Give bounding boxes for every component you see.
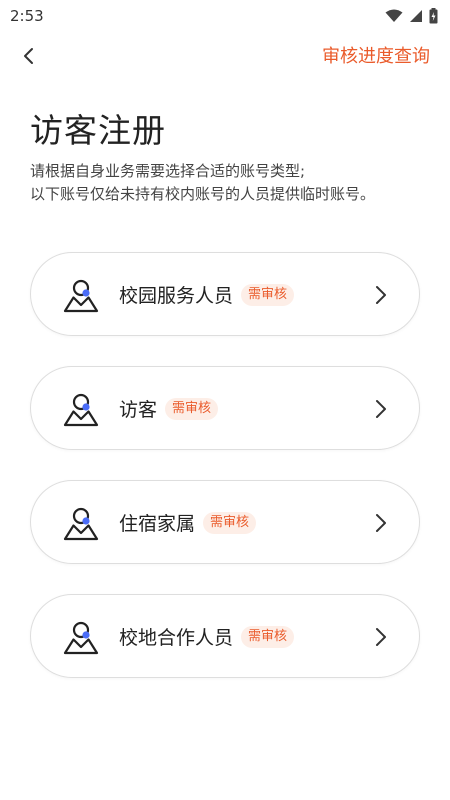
person-icon: [63, 279, 99, 313]
battery-icon: [429, 8, 438, 24]
account-card-label: 住宿家属 需审核: [119, 509, 257, 536]
chevron-right-icon: [376, 286, 386, 304]
review-required-badge: 需审核: [241, 625, 295, 648]
chevron-right-icon: [376, 628, 386, 646]
review-progress-link[interactable]: 审核进度查询: [322, 42, 430, 68]
account-card-label: 校园服务人员 需审核: [119, 281, 295, 308]
account-card-label: 校地合作人员 需审核: [119, 623, 295, 650]
status-icons: [385, 8, 438, 24]
account-type-list: 校园服务人员 需审核 访客 需审核 住宿家属 需审核 校地合作人员 需审核: [30, 252, 420, 708]
account-card-visitor[interactable]: 访客 需审核: [30, 366, 420, 450]
person-icon: [63, 393, 99, 427]
account-card-campus-service[interactable]: 校园服务人员 需审核: [30, 252, 420, 336]
status-bar: 2:53: [0, 0, 450, 32]
account-type-name: 访客: [119, 399, 158, 421]
person-icon: [63, 621, 99, 655]
account-type-name: 校园服务人员: [119, 285, 234, 307]
nav-bar: 审核进度查询: [0, 36, 450, 76]
chevron-right-icon: [376, 400, 386, 418]
page-description: 请根据自身业务需要选择合适的账号类型; 以下账号仅给未持有校内账号的人员提供临时…: [30, 160, 375, 206]
review-required-badge: 需审核: [165, 397, 219, 420]
review-required-badge: 需审核: [203, 511, 257, 534]
back-arrow-icon: [24, 48, 33, 64]
back-button[interactable]: [14, 40, 42, 72]
person-icon: [63, 507, 99, 541]
account-type-name: 校地合作人员: [119, 627, 234, 649]
status-time: 2:53: [10, 7, 44, 25]
wifi-icon: [385, 9, 403, 22]
page-title: 访客注册: [30, 111, 166, 150]
account-card-resident-family[interactable]: 住宿家属 需审核: [30, 480, 420, 564]
description-line-2: 以下账号仅给未持有校内账号的人员提供临时账号。: [30, 185, 376, 203]
chevron-right-icon: [376, 514, 386, 532]
signal-icon: [410, 10, 422, 22]
account-card-label: 访客 需审核: [119, 395, 219, 422]
account-card-local-cooperation[interactable]: 校地合作人员 需审核: [30, 594, 420, 678]
account-type-name: 住宿家属: [119, 513, 196, 535]
description-line-1: 请根据自身业务需要选择合适的账号类型;: [30, 162, 306, 180]
review-required-badge: 需审核: [241, 283, 295, 306]
